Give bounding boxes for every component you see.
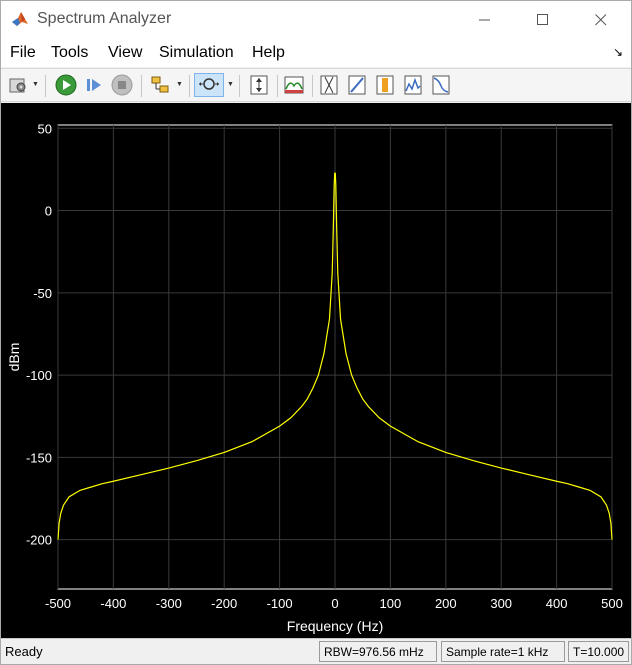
spectrum-settings-icon[interactable] [282,73,306,97]
y-tick-label: 0 [45,204,52,219]
maximize-button[interactable] [517,1,569,39]
status-ready: Ready [5,644,43,659]
cursor-measurements-icon[interactable] [318,73,340,97]
menu-file[interactable]: File [10,44,36,62]
y-tick-label: -100 [26,368,52,383]
x-tick-label: 0 [331,596,338,611]
step-forward-icon[interactable] [82,73,106,97]
y-tick-label: -150 [26,450,52,465]
y-tick-label: -200 [26,533,52,548]
toolbar-separator [277,75,278,97]
x-tick-label: -400 [100,596,126,611]
toolbar-separator [239,75,240,97]
x-tick-label: 300 [490,596,512,611]
stop-icon[interactable] [110,73,134,97]
spectrum-plot[interactable]: -500 -400 -300 -200 -100 0 100 200 300 400 500 50 0-… [1,103,631,638]
status-bar: Ready RBW=976.56 mHz Sample rate=1 kHz T… [1,638,631,664]
toolbar-separator [312,75,313,97]
menu-help[interactable]: Help [252,44,285,62]
window-title: Spectrum Analyzer [37,10,172,27]
peak-finder-icon[interactable] [374,73,396,97]
autoscale-icon[interactable] [247,73,271,97]
status-rbw: RBW=976.56 mHz [319,641,437,662]
spectrum-chart[interactable]: -500 -400 -300 -200 -100 0 100 200 300 400 500500-… [1,103,631,638]
menu-view[interactable]: View [108,44,142,62]
signal-statistics-icon[interactable] [346,73,368,97]
toolbar: ▼ ▼ ▼ [1,68,631,102]
settings-icon[interactable] [7,73,29,97]
dock-arrow-icon[interactable]: ↘ [613,45,623,59]
menu-tools[interactable]: Tools [51,44,88,62]
y-axis-label: dBm [6,343,22,372]
menu-simulation[interactable]: Simulation [159,44,234,62]
status-sample-rate: Sample rate=1 kHz [441,641,565,662]
close-button[interactable] [575,1,627,39]
x-tick-label: 100 [380,596,402,611]
settings-dropdown-icon[interactable]: ▼ [32,81,39,88]
highlight-dropdown-icon[interactable]: ▼ [176,81,183,88]
x-axis-label: Frequency (Hz) [287,618,383,634]
x-tick-label: 400 [546,596,568,611]
x-tick-label: -100 [267,596,293,611]
y-tick-label: -50 [33,286,52,301]
toolbar-separator [45,75,46,97]
status-time: T=10.000 [568,641,629,662]
x-tick-label: 500 [601,596,623,611]
zoom-dropdown-icon[interactable]: ▼ [227,81,234,88]
x-tick-label: 200 [435,596,457,611]
distortion-icon[interactable] [402,73,424,97]
minimize-button[interactable] [459,1,511,39]
spectrum-analyzer-window: Spectrum Analyzer File Tools View Simula… [0,0,632,665]
x-tick-label: -300 [156,596,182,611]
toolbar-separator [189,75,190,97]
matlab-icon [11,10,29,28]
menu-bar: File Tools View Simulation Help ↘ [1,39,631,67]
run-icon[interactable] [54,73,78,97]
title-bar: Spectrum Analyzer [1,1,631,39]
toolbar-separator [141,75,142,97]
highlight-block-icon[interactable] [148,73,172,97]
zoom-icon[interactable] [194,73,224,97]
ccdf-icon[interactable] [430,73,452,97]
x-tick-label: -500 [45,596,71,611]
x-tick-label: -200 [211,596,237,611]
y-tick-label: 50 [38,121,52,136]
